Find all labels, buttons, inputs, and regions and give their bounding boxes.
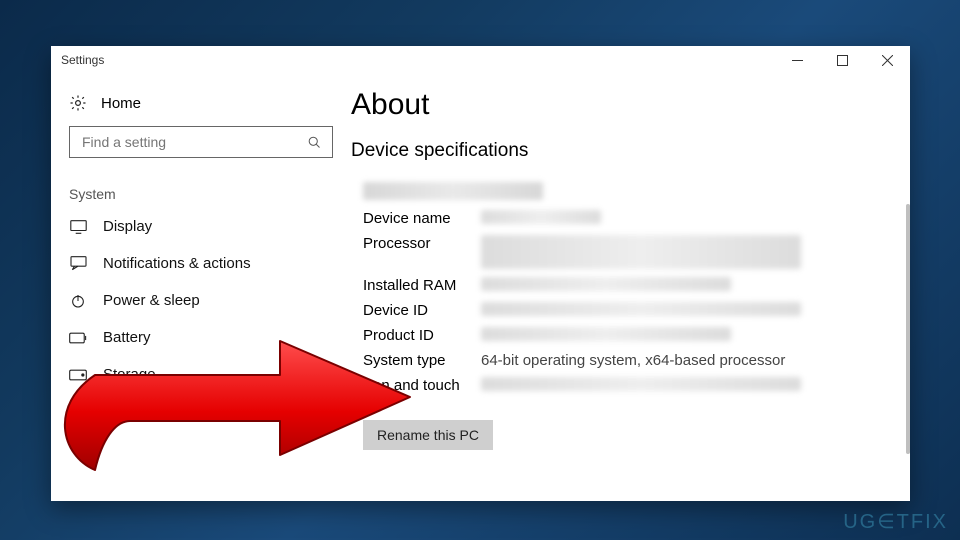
spec-label: Device ID	[363, 302, 481, 319]
sidebar: Home System Display	[51, 74, 351, 501]
spec-label: Device name	[363, 210, 481, 227]
sidebar-item-notifications[interactable]: Notifications & actions	[51, 245, 351, 282]
maximize-button[interactable]	[820, 46, 865, 74]
sidebar-item-display[interactable]: Display	[51, 208, 351, 245]
redacted-value	[481, 210, 601, 224]
sidebar-item-battery[interactable]: Battery	[51, 319, 351, 356]
spec-label: Installed RAM	[363, 277, 481, 294]
section-title: Device specifications	[351, 140, 882, 162]
spec-row-device-id: Device ID	[363, 302, 882, 319]
gear-icon	[69, 94, 87, 112]
power-icon	[69, 293, 87, 309]
redacted-value	[481, 327, 731, 341]
spec-row-ram: Installed RAM	[363, 277, 882, 294]
page-title: About	[351, 88, 882, 122]
redacted-value	[481, 302, 801, 316]
window-titlebar: Settings	[51, 46, 910, 74]
desktop-background: Settings	[0, 0, 960, 540]
sidebar-item-label: Storage	[103, 366, 156, 383]
notifications-icon	[69, 256, 87, 271]
sidebar-item-label: Battery	[103, 329, 151, 346]
spec-value-system-type: 64-bit operating system, x64-based proce…	[481, 352, 882, 369]
spec-label: Pen and touch	[363, 377, 481, 394]
sidebar-item-label: Notifications & actions	[103, 255, 251, 272]
sidebar-item-power[interactable]: Power & sleep	[51, 282, 351, 319]
sidebar-item-storage[interactable]: Storage	[51, 356, 351, 393]
spec-table: Device name Processor Installed RAM Devi…	[363, 210, 882, 394]
watermark: UG∈TFIX	[843, 509, 948, 534]
spec-row-pen-touch: Pen and touch	[363, 377, 882, 394]
home-nav[interactable]: Home	[51, 86, 351, 126]
spec-row-processor: Processor	[363, 235, 882, 269]
spec-row-device-name: Device name	[363, 210, 882, 227]
spec-label: Product ID	[363, 327, 481, 344]
search-field[interactable]	[80, 133, 307, 151]
close-button[interactable]	[865, 46, 910, 74]
spec-label: Processor	[363, 235, 481, 252]
sidebar-section-label: System	[51, 174, 351, 208]
search-input[interactable]	[69, 126, 333, 158]
watermark-e: ∈	[877, 511, 896, 533]
redacted-value	[481, 235, 801, 269]
sidebar-item-label: Display	[103, 218, 152, 235]
display-icon	[69, 220, 87, 234]
settings-window: Settings	[51, 46, 910, 501]
window-title: Settings	[61, 53, 104, 67]
search-icon	[307, 135, 322, 150]
scrollbar[interactable]	[906, 204, 910, 454]
redacted-heading	[363, 182, 543, 200]
content-pane: About Device specifications Device name …	[351, 74, 910, 501]
sidebar-item-label: Power & sleep	[103, 292, 200, 309]
home-label: Home	[101, 95, 141, 112]
spec-label: System type	[363, 352, 481, 369]
spec-row-product-id: Product ID	[363, 327, 882, 344]
redacted-value	[481, 377, 801, 391]
rename-pc-button[interactable]: Rename this PC	[363, 420, 493, 450]
spec-row-system-type: System type 64-bit operating system, x64…	[363, 352, 882, 369]
storage-icon	[69, 369, 87, 381]
minimize-button[interactable]	[775, 46, 820, 74]
battery-icon	[69, 332, 87, 344]
redacted-value	[481, 277, 731, 291]
